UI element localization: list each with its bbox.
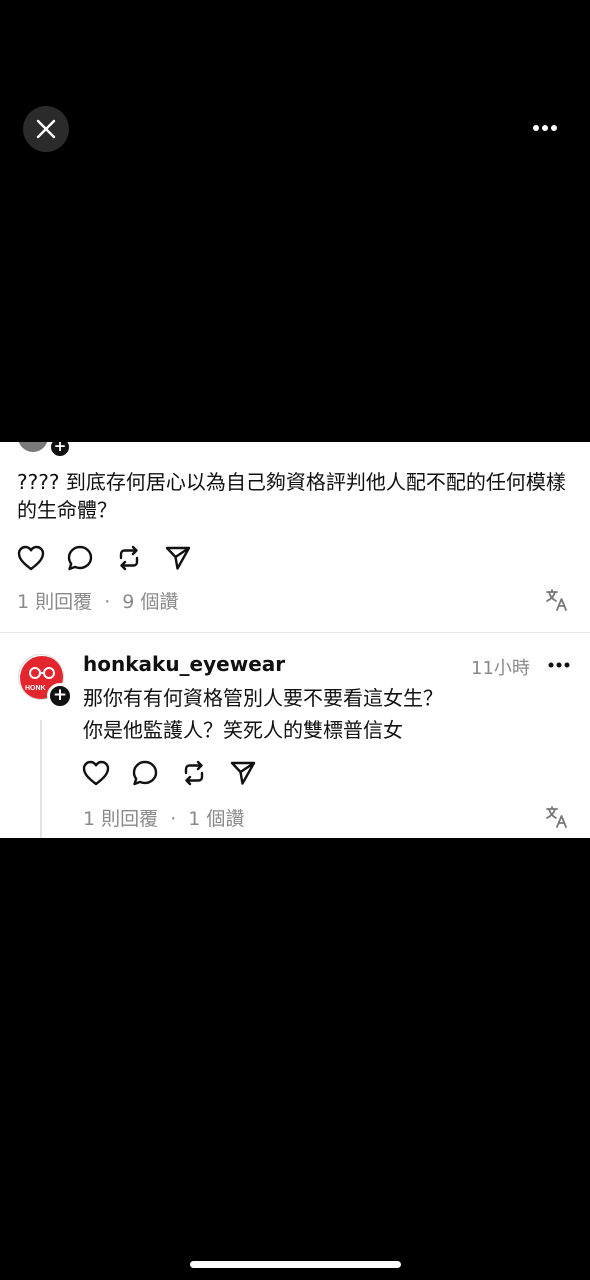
reply-line: 那你有有何資格管別人要不要看這女生？ <box>83 686 443 710</box>
comment-button[interactable] <box>65 543 95 573</box>
like-count-link[interactable]: 1 個讚 <box>188 808 244 830</box>
reply-timestamp: 11小時 <box>471 658 530 679</box>
comment-icon <box>132 760 158 786</box>
send-icon <box>165 546 191 570</box>
translate-icon <box>546 806 567 828</box>
thread-card: + ???? 到底存何居心以為自己夠資格評判他人配不配的任何模樣的生命體？ 1 … <box>0 442 590 838</box>
send-icon <box>230 761 256 785</box>
reply-follow-plus-icon[interactable]: + <box>47 683 73 709</box>
post-stats: 1 則回覆 · 9 個讚 <box>17 587 178 614</box>
separator: · <box>170 808 177 830</box>
translate-icon <box>546 589 567 611</box>
like-count-link[interactable]: 9 個讚 <box>122 591 178 613</box>
more-horizontal-icon <box>548 662 570 668</box>
reply-stats: 1 則回覆 · 1 個讚 <box>83 804 244 831</box>
svg-text:HONK: HONK <box>25 685 46 692</box>
separator: · <box>104 591 111 613</box>
reply-more-button[interactable] <box>548 660 574 670</box>
repost-button[interactable] <box>179 758 209 788</box>
reply-username[interactable]: honkaku_eyewear <box>83 652 285 676</box>
post-action-bar <box>16 543 193 573</box>
repost-icon <box>184 760 204 786</box>
reply-count-link[interactable]: 1 則回覆 <box>83 808 158 830</box>
more-options-button[interactable] <box>530 120 560 136</box>
more-horizontal-icon <box>533 125 557 131</box>
reply-action-bar <box>81 758 258 788</box>
close-icon <box>36 119 56 139</box>
thread-line <box>40 720 42 838</box>
reply-line: 你是他監護人？笑死人的雙標普信女 <box>83 718 403 742</box>
heart-icon <box>82 760 110 786</box>
repost-button[interactable] <box>114 543 144 573</box>
avatar[interactable] <box>18 442 48 452</box>
like-button[interactable] <box>81 758 111 788</box>
comment-icon <box>67 545 93 571</box>
repost-icon <box>119 545 139 571</box>
post-text: ???? 到底存何居心以為自己夠資格評判他人配不配的任何模樣的生命體？ <box>17 470 566 522</box>
comment-button[interactable] <box>130 758 160 788</box>
translate-button[interactable] <box>545 588 569 612</box>
heart-icon <box>17 545 45 571</box>
follow-plus-icon[interactable]: + <box>49 442 71 458</box>
close-button[interactable] <box>23 106 69 152</box>
share-button[interactable] <box>163 543 193 573</box>
translate-button[interactable] <box>545 805 569 829</box>
divider <box>0 632 590 633</box>
reply-count-link[interactable]: 1 則回覆 <box>17 591 92 613</box>
home-indicator[interactable] <box>190 1261 401 1268</box>
share-button[interactable] <box>228 758 258 788</box>
like-button[interactable] <box>16 543 46 573</box>
reply-text: 那你有有何資格管別人要不要看這女生？ 你是他監護人？笑死人的雙標普信女 <box>83 682 563 746</box>
